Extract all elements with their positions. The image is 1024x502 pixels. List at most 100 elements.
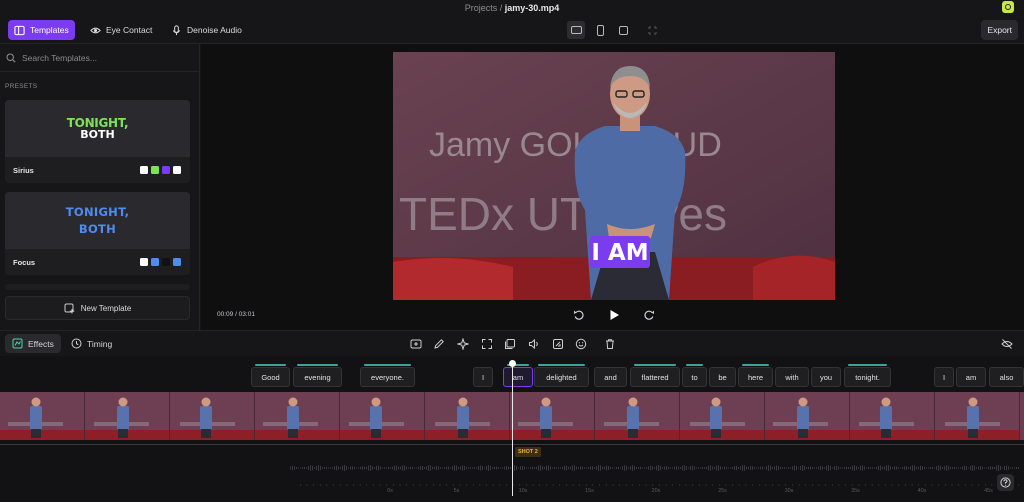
waveform-bar (702, 466, 703, 470)
ruler-tick (772, 484, 773, 486)
avatar[interactable] (1002, 1, 1014, 13)
waveform-bar (646, 467, 647, 469)
shot-label[interactable]: SHOT 2 (515, 447, 541, 457)
ruler-tick-label: 35s (851, 488, 860, 494)
delete-button[interactable] (603, 337, 617, 351)
transcript-word[interactable]: delighted (534, 364, 589, 387)
new-template-button[interactable]: New Template (5, 296, 190, 320)
transcript-word[interactable]: I (473, 367, 493, 387)
rewind-button[interactable] (572, 308, 586, 322)
waveform-bar (366, 466, 367, 470)
preset-card-partial[interactable] (5, 284, 190, 290)
clock-icon (71, 338, 82, 349)
tab-templates[interactable]: Templates (8, 20, 75, 40)
preset-card-sirius[interactable]: TONIGHT, BOTH Sirius (5, 100, 190, 183)
waveform-bar (870, 467, 871, 469)
waveform-bar (568, 466, 569, 470)
ruler-tick (659, 484, 660, 486)
waveform-bar (560, 467, 561, 469)
waveform-bar (752, 466, 753, 470)
transcript-word[interactable]: everyone. (360, 364, 415, 387)
transcript-word[interactable]: to (682, 364, 707, 387)
waveform-bar (846, 466, 847, 470)
file-name: jamy-30.mp4 (504, 3, 560, 13)
transcript-word[interactable]: evening (293, 364, 342, 387)
fullscreen-button[interactable] (480, 337, 494, 351)
waveform-bar (822, 466, 823, 470)
ruler-tick (958, 484, 959, 486)
waveform-bar (908, 467, 909, 469)
preset-name: Sirius (13, 165, 34, 175)
waveform-bar (814, 467, 815, 469)
breadcrumb-root[interactable]: Projects (465, 3, 498, 13)
transcript-word[interactable]: also (989, 367, 1024, 387)
toggle-visibility-button[interactable] (1000, 337, 1014, 351)
waveform-bar (368, 465, 369, 471)
waveform-bar (982, 466, 983, 470)
emoji-button[interactable] (574, 337, 588, 351)
transcript-word-current[interactable]: am (503, 364, 533, 387)
export-button[interactable]: Export (981, 20, 1018, 40)
waveform-bar (398, 466, 399, 470)
waveform-bar (412, 466, 413, 470)
forward-button[interactable] (642, 308, 656, 322)
waveform-bar (592, 466, 593, 470)
transcript-word[interactable]: with (775, 367, 809, 387)
waveform-bar (572, 465, 573, 471)
tab-timing[interactable]: Timing (64, 334, 119, 353)
waveform-bar (742, 465, 743, 471)
waveform-bar (414, 467, 415, 469)
waveform-bar (356, 467, 357, 469)
preset-card-focus[interactable]: TONIGHT, BOTH Focus (5, 192, 190, 275)
waveform-bar (376, 465, 377, 471)
help-button[interactable] (997, 474, 1014, 491)
play-button[interactable] (607, 308, 621, 322)
crop-icon (647, 25, 657, 35)
audio-button[interactable] (527, 337, 541, 351)
aspect-landscape-button[interactable] (567, 21, 585, 39)
tab-eye-contact[interactable]: Eye Contact (84, 20, 158, 40)
transcript-word[interactable]: flattered (630, 364, 680, 387)
waveform-bar (300, 467, 301, 469)
caption-word: I AM (591, 240, 648, 266)
aspect-square-button[interactable] (614, 21, 632, 39)
waveform-bar (802, 465, 803, 471)
transcript-word[interactable]: and (594, 367, 627, 387)
insert-media-button[interactable] (409, 337, 423, 351)
waveform-bar (918, 466, 919, 470)
waveform-bar (920, 465, 921, 471)
ruler-tick (885, 484, 886, 486)
waveform-bar (670, 467, 671, 469)
waveform-bar (750, 466, 751, 470)
layers-button[interactable] (503, 337, 517, 351)
waveform-bar (728, 467, 729, 469)
waveform-bar (992, 466, 993, 470)
video-preview[interactable]: Jamy GOURMAUD TEDx UTTroyes I AM (393, 52, 835, 300)
magic-button[interactable] (456, 337, 470, 351)
waveform-bar (788, 467, 789, 469)
transcript-word[interactable]: here (738, 364, 773, 387)
transition-button[interactable] (551, 337, 565, 351)
waveform-bar (904, 466, 905, 470)
ruler-tick (499, 484, 501, 486)
tab-denoise-audio[interactable]: Denoise Audio (165, 20, 248, 40)
search-input[interactable] (22, 52, 182, 63)
aspect-portrait-button[interactable] (591, 21, 609, 39)
waveform-bar (952, 467, 953, 469)
tab-effects[interactable]: Effects (5, 334, 61, 353)
transcript-word[interactable]: be (709, 367, 736, 387)
breadcrumb-separator: / (499, 3, 503, 13)
transcript-word[interactable]: you (811, 367, 841, 387)
waveform-bar (840, 467, 841, 469)
waveform-bar (826, 465, 827, 471)
transcript-word[interactable]: Good (251, 364, 290, 387)
transcript-word[interactable]: tonight. (844, 364, 891, 387)
waveform-bar (892, 467, 893, 469)
ruler-tick (612, 484, 614, 486)
transcript-word[interactable]: I (934, 367, 954, 387)
transcript-word[interactable]: am (956, 367, 986, 387)
aspect-crop-button[interactable] (643, 21, 661, 39)
playhead[interactable] (509, 360, 516, 496)
waveform-bar (322, 467, 323, 469)
edit-button[interactable] (432, 337, 446, 351)
